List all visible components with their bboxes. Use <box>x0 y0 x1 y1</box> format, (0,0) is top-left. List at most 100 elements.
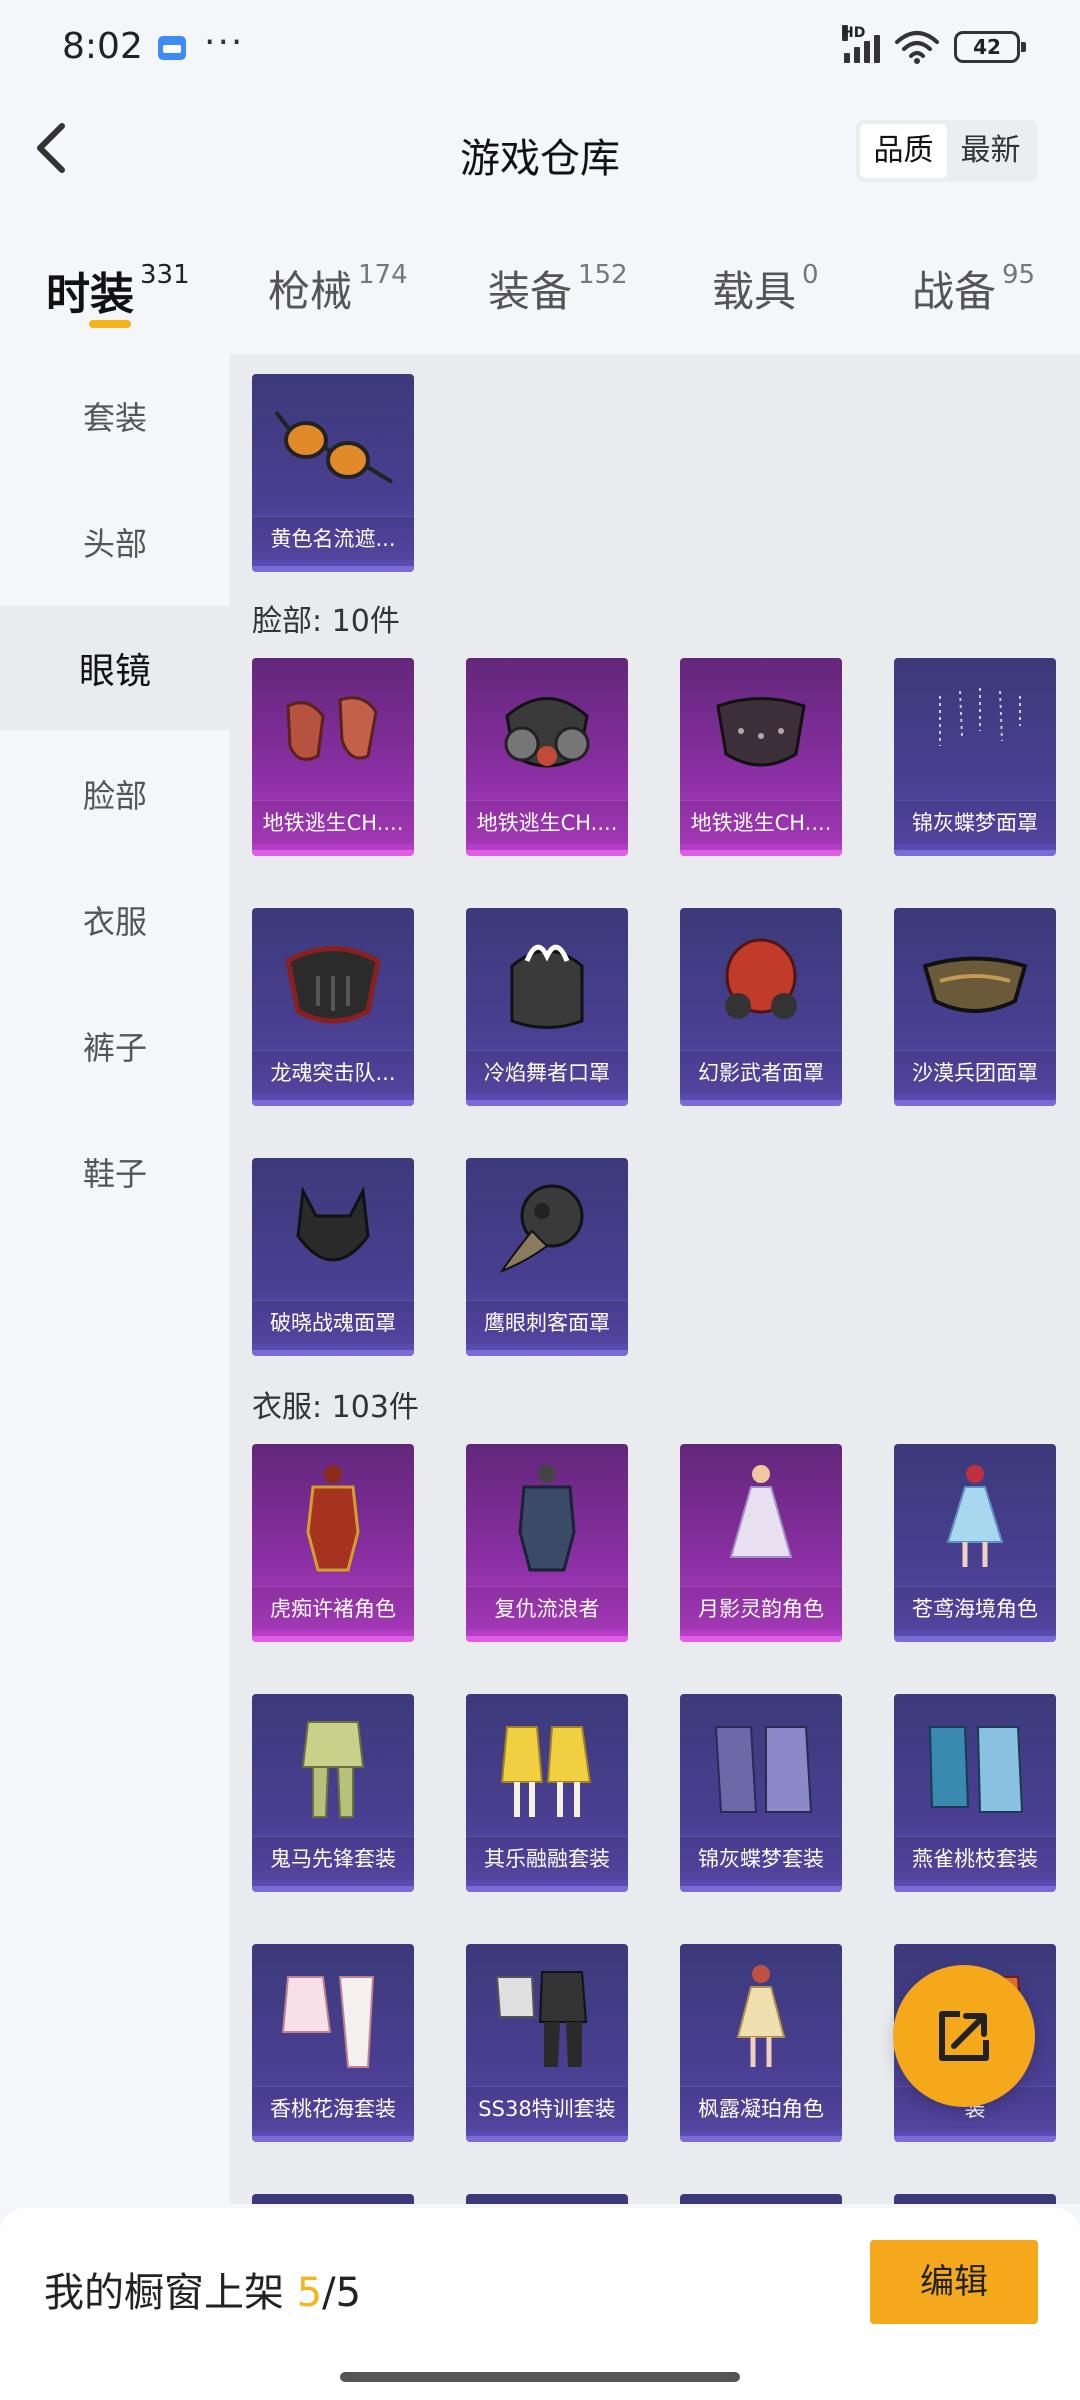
edit-button[interactable]: 编辑 <box>870 2240 1038 2324</box>
item-card[interactable]: 破晓战魂面罩 <box>252 1158 414 1356</box>
green-outfit-icon <box>301 1721 365 1818</box>
item-name: 锦灰蝶梦面罩 <box>894 800 1056 844</box>
item-card[interactable]: 锦灰蝶梦面罩 <box>894 658 1056 856</box>
item-name: 幻影武者面罩 <box>680 1050 842 1094</box>
item-card[interactable]: 鬼马先锋套装 <box>252 1694 414 1892</box>
desert-mask-icon <box>922 956 1028 1013</box>
item-card[interactable]: 锦灰蝶梦套装 <box>680 1694 842 1892</box>
item-card[interactable]: SS38特训套装 <box>466 1944 628 2142</box>
item-card[interactable] <box>252 2194 414 2204</box>
wifi-icon <box>895 31 939 64</box>
clothes-section-title: 衣服: 103件 <box>252 1390 419 1425</box>
dragon-mask-icon <box>285 946 381 1024</box>
tab-guns[interactable]: 枪械 174 <box>268 258 408 319</box>
gas-mask-icon <box>504 697 590 768</box>
item-card[interactable]: 复仇流浪者 <box>466 1444 628 1642</box>
sort-quality-option[interactable]: 品质 <box>860 124 947 178</box>
item-name: 月影灵韵角色 <box>680 1586 842 1630</box>
sidebar: 套装 头部 眼镜 脸部 衣服 裤子 鞋子 <box>0 354 230 2204</box>
flame-mask-icon <box>510 944 584 1029</box>
item-card[interactable]: 其乐融融套装 <box>466 1694 628 1892</box>
item-card[interactable]: 幻影武者面罩 <box>680 908 842 1106</box>
item-name: 地铁逃生CH.... <box>466 800 628 844</box>
tab-supplies[interactable]: 战备 95 <box>912 258 1035 319</box>
item-name: 香桃花海套装 <box>252 2086 414 2130</box>
item-name: 地铁逃生CH.... <box>680 800 842 844</box>
tab-count: 152 <box>578 260 628 290</box>
sidebar-item-shoes[interactable]: 鞋子 <box>0 1110 230 1234</box>
tab-vehicles[interactable]: 载具 0 <box>712 258 819 319</box>
glasses-icon <box>274 410 394 484</box>
sidebar-item-pants[interactable]: 裤子 <box>0 984 230 1108</box>
armor-character-icon <box>306 1465 360 1572</box>
training-outfit-icon <box>495 1971 588 2067</box>
item-card[interactable]: 苍鸢海境角色 <box>894 1444 1056 1642</box>
signal-icon: HD <box>842 25 880 63</box>
item-card[interactable] <box>680 2194 842 2204</box>
item-card[interactable]: 月影灵韵角色 <box>680 1444 842 1642</box>
item-name: 锦灰蝶梦套装 <box>680 1836 842 1880</box>
tab-count: 174 <box>358 260 408 290</box>
item-card[interactable]: 冷焰舞者口罩 <box>466 908 628 1106</box>
item-name: 黄色名流遮... <box>252 516 414 560</box>
home-indicator[interactable] <box>340 2372 740 2382</box>
external-link-icon <box>939 2011 989 2061</box>
battery-icon: 42 <box>954 31 1026 63</box>
sort-newest-option[interactable]: 最新 <box>947 124 1034 178</box>
tab-count: 0 <box>802 260 819 290</box>
plague-mask-icon <box>499 1184 584 1274</box>
showcase-label: 我的橱窗上架 <box>44 2270 297 2316</box>
item-card[interactable]: 黄色名流遮... <box>252 374 414 572</box>
blue-dress-character-icon <box>946 1465 1004 1567</box>
item-card[interactable] <box>894 2194 1056 2204</box>
item-name: 燕雀桃枝套装 <box>894 1836 1056 1880</box>
sidebar-item-head[interactable]: 头部 <box>0 480 230 604</box>
item-name: 鹰眼刺客面罩 <box>466 1300 628 1344</box>
item-card[interactable]: 龙魂突击队... <box>252 908 414 1106</box>
sort-toggle: 品质 最新 <box>856 120 1038 182</box>
spiked-mask-icon <box>716 697 806 767</box>
item-card[interactable]: 地铁逃生CH.... <box>252 658 414 856</box>
item-name: 复仇流浪者 <box>466 1586 628 1630</box>
item-name: 鬼马先锋套装 <box>252 1836 414 1880</box>
item-card[interactable]: 枫露凝珀角色 <box>680 1944 842 2142</box>
sidebar-item-suit[interactable]: 套装 <box>0 354 230 478</box>
item-name: 枫露凝珀角色 <box>680 2086 842 2130</box>
bottom-bar: 我的橱窗上架 5/5 编辑 <box>0 2208 1080 2400</box>
calendar-app-icon <box>158 36 186 60</box>
wolf-mask-icon <box>296 1185 370 1262</box>
mech-character-icon <box>518 1465 576 1572</box>
face-section-title: 脸部: 10件 <box>252 604 400 639</box>
tab-label: 枪械 <box>268 267 353 316</box>
status-bar: 8:02 ··· HD 42 <box>0 0 1080 96</box>
item-card[interactable]: 沙漠兵团面罩 <box>894 908 1056 1106</box>
tab-fashion[interactable]: 时装 331 <box>46 258 190 322</box>
item-card[interactable]: 鹰眼刺客面罩 <box>466 1158 628 1356</box>
header: 游戏仓库 品质 最新 <box>0 96 1080 206</box>
item-name: 虎痴许褚角色 <box>252 1586 414 1630</box>
dress-character-icon <box>729 1465 793 1558</box>
yellow-outfit-icon <box>500 1726 592 1817</box>
chain-veil-icon <box>939 688 1021 746</box>
tab-label: 战备 <box>912 267 997 316</box>
tab-label: 载具 <box>712 267 797 316</box>
tab-count: 331 <box>140 260 190 290</box>
item-card[interactable]: 地铁逃生CH.... <box>680 658 842 856</box>
item-name: 其乐融融套装 <box>466 1836 628 1880</box>
item-card[interactable]: 地铁逃生CH.... <box>466 658 628 856</box>
tab-equipment[interactable]: 装备 152 <box>488 258 628 319</box>
warrior-mask-icon <box>725 938 797 1019</box>
sidebar-item-glasses[interactable]: 眼镜 <box>0 606 230 730</box>
item-name: 冷焰舞者口罩 <box>466 1050 628 1094</box>
item-grid: 黄色名流遮... 脸部: 10件 地铁逃生CH.... 地铁逃生CH.... 地… <box>230 354 1080 2204</box>
item-card[interactable]: 燕雀桃枝套装 <box>894 1694 1056 1892</box>
tab-label: 时装 <box>46 269 134 320</box>
item-card[interactable]: 虎痴许褚角色 <box>252 1444 414 1642</box>
item-card[interactable]: 香桃花海套装 <box>252 1944 414 2142</box>
item-card[interactable] <box>466 2194 628 2204</box>
sidebar-item-face[interactable]: 脸部 <box>0 732 230 856</box>
tab-label: 装备 <box>488 267 573 316</box>
tab-count: 95 <box>1002 260 1036 290</box>
share-button[interactable] <box>893 1965 1035 2107</box>
sidebar-item-clothes[interactable]: 衣服 <box>0 858 230 982</box>
